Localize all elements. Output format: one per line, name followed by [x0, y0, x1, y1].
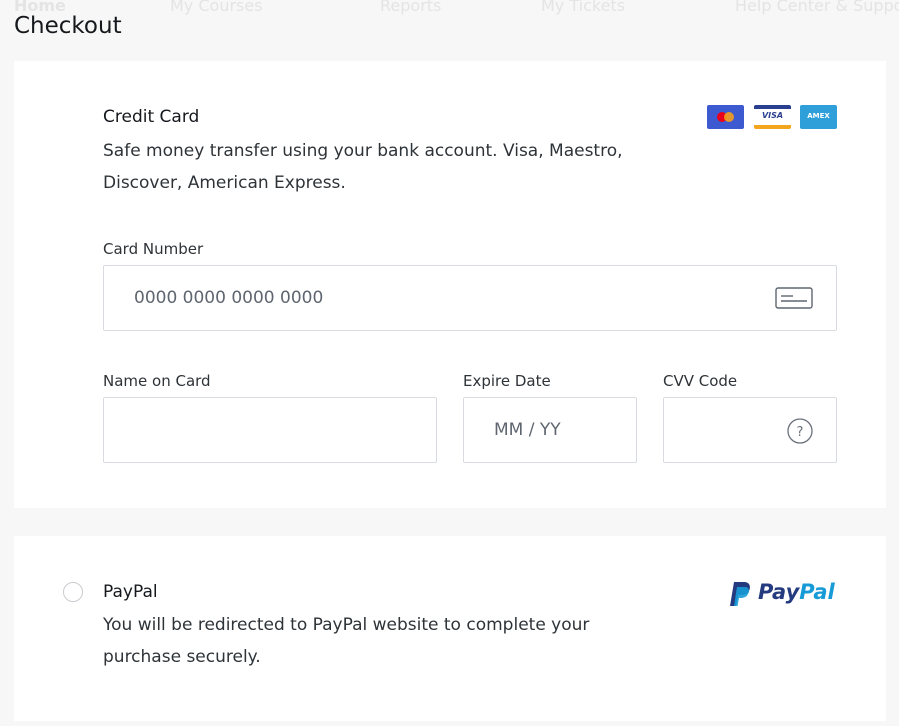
top-navigation: Home My Courses Reports My Tickets Help … — [0, 0, 899, 18]
nav-my-tickets[interactable]: My Tickets — [541, 0, 625, 15]
paypal-p-icon — [730, 582, 750, 606]
mastercard-icon — [707, 105, 744, 129]
paypal-description: You will be redirected to PayPal website… — [103, 615, 590, 667]
expire-date-input[interactable]: MM / YY — [463, 397, 637, 463]
name-on-card-input[interactable] — [103, 397, 437, 463]
paypal-panel[interactable]: PayPal You will be redirected to PayPal … — [14, 536, 886, 721]
svg-text:?: ? — [797, 425, 804, 440]
visa-icon: VISA — [754, 105, 791, 129]
paypal-radio[interactable] — [63, 582, 83, 602]
nav-reports[interactable]: Reports — [380, 0, 441, 15]
help-question-icon[interactable]: ? — [786, 417, 814, 445]
amex-icon: AMEX — [800, 105, 837, 129]
nav-my-courses[interactable]: My Courses — [170, 0, 263, 15]
paypal-heading: PayPal — [103, 582, 158, 602]
nav-help-center[interactable]: Help Center & Support — [735, 0, 899, 15]
page-title: Checkout — [14, 13, 122, 39]
card-number-placeholder: 0000 0000 0000 0000 — [134, 288, 324, 308]
card-number-label: Card Number — [103, 240, 204, 258]
credit-card-panel: Credit Card VISA AMEX Safe money transfe… — [14, 61, 886, 508]
cvv-input[interactable]: ? — [663, 397, 837, 463]
credit-card-heading: Credit Card — [103, 107, 200, 127]
expire-date-label: Expire Date — [463, 372, 551, 390]
card-icon — [775, 287, 813, 309]
cvv-label: CVV Code — [663, 372, 738, 390]
expire-date-placeholder: MM / YY — [494, 420, 561, 440]
paypal-logo: PayPal — [726, 580, 838, 608]
card-number-input[interactable]: 0000 0000 0000 0000 — [103, 265, 837, 331]
name-on-card-label: Name on Card — [103, 372, 211, 390]
credit-card-description: Safe money transfer using your bank acco… — [103, 141, 623, 193]
paypal-logo-text: PayPal — [758, 580, 835, 604]
